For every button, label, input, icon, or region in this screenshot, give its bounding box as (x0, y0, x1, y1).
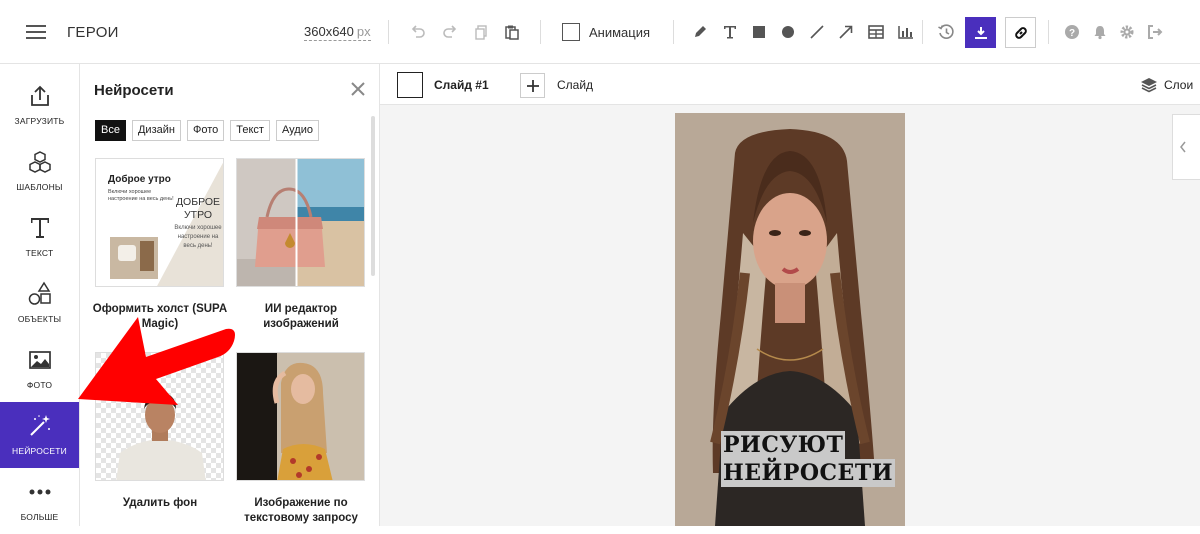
card-title: Удалить фон (122, 497, 198, 509)
tool-card-supa-magic[interactable]: Доброе утро Включи хорошее настроение на… (95, 158, 224, 287)
table-tool-icon[interactable] (866, 0, 886, 64)
line-tool-icon[interactable] (807, 0, 827, 64)
chart-tool-icon[interactable] (896, 0, 916, 64)
svg-text:?: ? (1069, 28, 1075, 39)
more-dots-icon (27, 478, 53, 506)
upload-icon (27, 82, 53, 110)
text-tool-icon[interactable] (720, 0, 740, 64)
chevron-left-icon (1180, 141, 1186, 153)
sidebar-item-objects[interactable]: ОБЪЕКТЫ (0, 270, 79, 336)
add-slide-label[interactable]: Слайд (557, 78, 593, 92)
layers-label: Слои (1164, 78, 1194, 92)
sidebar-item-label: БОЛЬШЕ (20, 512, 59, 522)
plus-icon (526, 79, 539, 92)
sidebar-item-label: ТЕКСТ (25, 248, 54, 258)
text-icon (27, 214, 53, 242)
slide-bar: Слайд #1 Слайд Слои (380, 64, 1200, 105)
canvas-size-value: 360x640 (304, 24, 354, 39)
filter-chip-audio[interactable]: Аудио (275, 120, 319, 141)
sidebar-item-label: НЕЙРОСЕТИ (12, 446, 67, 456)
add-slide-button[interactable] (520, 73, 545, 98)
sidebar-item-photo[interactable]: ФОТО (0, 336, 79, 402)
redo-icon[interactable] (440, 0, 460, 64)
sidebar-item-neural[interactable]: НЕЙРОСЕТИ (0, 402, 79, 468)
card-title: Изображение по текстовому запросу (244, 497, 358, 524)
share-link-button[interactable] (1005, 17, 1036, 48)
card-title: Оформить холст (SUPA Magic) (92, 303, 228, 330)
preview-heading-2: ДОБРОЕ УТРО (175, 196, 221, 221)
filter-chip-text[interactable]: Текст (230, 120, 270, 141)
magic-wand-icon (27, 412, 53, 440)
panel-scrollbar[interactable] (371, 116, 375, 276)
animation-label: Анимация (589, 25, 651, 40)
sidebar-item-templates[interactable]: ШАБЛОНЫ (0, 138, 79, 204)
tool-card-remove-bg[interactable] (95, 352, 224, 481)
paste-icon[interactable] (502, 0, 522, 64)
undo-icon[interactable] (408, 0, 428, 64)
neural-panel: Нейросети Все Дизайн Фото Текст Аудио До… (80, 64, 380, 526)
right-panel-toggle[interactable] (1172, 114, 1200, 180)
rectangle-tool-icon[interactable] (749, 0, 769, 64)
top-toolbar: ГЕРОИ 360x640 px Анимация ? (0, 0, 1200, 64)
filter-chip-design[interactable]: Дизайн (131, 120, 181, 141)
cubes-icon (27, 148, 53, 176)
arrow-tool-icon[interactable] (836, 0, 856, 64)
download-icon (974, 26, 987, 39)
sidebar: ЗАГРУЗИТЬ ШАБЛОНЫ ТЕКСТ ОБЪЕКТЫ ФОТО НЕЙ… (0, 64, 80, 526)
editor-stage: Слайд #1 Слайд Слои РИСУЮТ НЕЙРОСЕТИ (380, 64, 1200, 526)
sidebar-item-label: ФОТО (26, 380, 53, 390)
sidebar-item-label: ШАБЛОНЫ (16, 182, 63, 192)
preview-subtext-2: Включи хорошее настроение на весь день! (174, 225, 222, 249)
layers-button[interactable]: Слои (1140, 76, 1193, 94)
text-to-image-preview (237, 353, 364, 480)
gear-icon[interactable] (1117, 0, 1137, 64)
canvas-size-unit: px (356, 24, 371, 39)
link-icon (1014, 26, 1027, 39)
panel-title: Нейросети (94, 82, 174, 99)
caption-line-2[interactable]: НЕЙРОСЕТИ (721, 459, 895, 487)
slide-thumbnail[interactable] (397, 72, 423, 98)
preview-subtext: Включи хорошее настроение на весь день! (108, 189, 174, 202)
caption-line-1[interactable]: РИСУЮТ (721, 431, 846, 459)
logout-icon[interactable] (1145, 0, 1165, 64)
canvas-size-selector[interactable]: 360x640 px (304, 24, 371, 41)
project-title[interactable]: ГЕРОИ (67, 24, 119, 41)
preview-heading: Доброе утро (108, 174, 171, 185)
sidebar-item-text[interactable]: ТЕКСТ (0, 204, 79, 270)
history-icon[interactable] (935, 0, 957, 64)
layers-icon (1141, 78, 1157, 93)
slide-label[interactable]: Слайд #1 (434, 78, 489, 92)
sidebar-item-label: ЗАГРУЗИТЬ (14, 116, 65, 126)
tool-card-ai-editor[interactable] (236, 158, 365, 287)
animation-checkbox[interactable] (562, 23, 580, 41)
circle-tool-icon[interactable] (778, 0, 798, 64)
close-icon[interactable] (350, 81, 366, 97)
download-button[interactable] (965, 17, 996, 48)
ai-editor-preview (237, 159, 364, 286)
filter-chip-photo[interactable]: Фото (186, 120, 225, 141)
sidebar-item-more[interactable]: БОЛЬШЕ (0, 468, 79, 534)
tool-card-text-to-image[interactable] (236, 352, 365, 481)
shapes-icon (27, 280, 53, 308)
card-title: ИИ редактор изображений (263, 303, 339, 330)
image-icon (27, 346, 53, 374)
sidebar-item-label: ОБЪЕКТЫ (17, 314, 62, 324)
menu-icon[interactable] (24, 0, 48, 64)
copy-icon[interactable] (471, 0, 491, 64)
bell-icon[interactable] (1090, 0, 1110, 64)
help-icon[interactable]: ? (1062, 0, 1082, 64)
slide-canvas[interactable]: РИСУЮТ НЕЙРОСЕТИ (675, 113, 905, 526)
filter-chips: Все Дизайн Фото Текст Аудио (95, 120, 319, 141)
remove-bg-preview (96, 353, 223, 480)
filter-chip-all[interactable]: Все (95, 120, 126, 141)
pencil-icon[interactable] (690, 0, 710, 64)
sidebar-item-upload[interactable]: ЗАГРУЗИТЬ (0, 72, 79, 138)
